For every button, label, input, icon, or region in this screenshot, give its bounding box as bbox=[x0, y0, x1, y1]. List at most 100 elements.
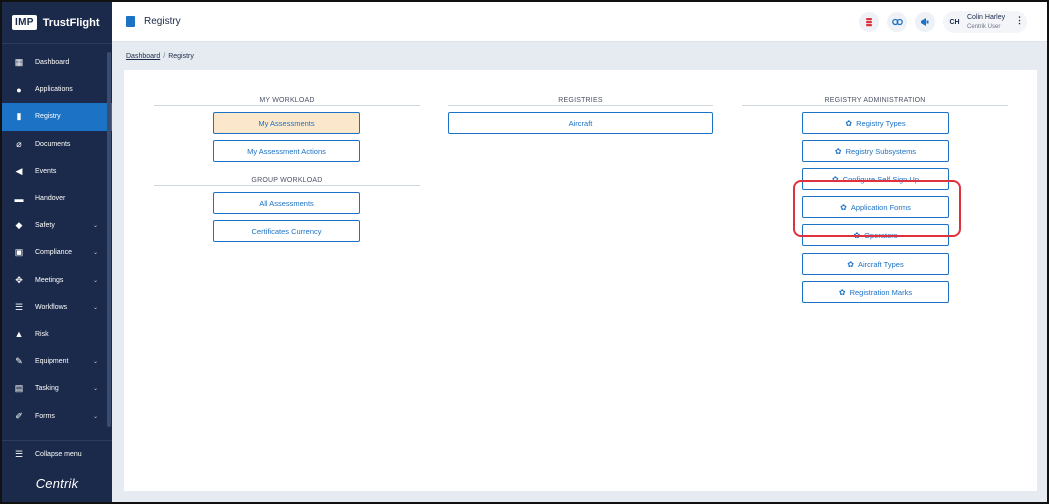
people-icon: ✥ bbox=[15, 274, 23, 285]
dashboard-icon: ▦ bbox=[14, 57, 24, 68]
sidebar-nav: ▦ Dashboard ● Applications ▮ Registry ⌀ Documen… bbox=[2, 49, 112, 430]
sidebar-item-label: Events bbox=[35, 167, 57, 175]
sidebar-item-events[interactable]: ◀ Events bbox=[2, 158, 112, 185]
sidebar-item-label: Safety bbox=[35, 222, 55, 230]
sidebar-item-label: Applications bbox=[35, 86, 73, 94]
collapse-icon: ☰ bbox=[14, 449, 24, 459]
my-assessments-button[interactable]: My Assessments bbox=[213, 112, 360, 134]
sidebar-item-compliance[interactable]: ▣ Compliance ⌄ bbox=[2, 239, 112, 266]
sidebar-item-meetings[interactable]: ✥ Meetings ⌄ bbox=[2, 267, 112, 294]
wrench-icon: ✎ bbox=[15, 356, 23, 367]
brand-name: TrustFlight bbox=[42, 16, 100, 29]
configure-self-sign-up-button[interactable]: ✿ Configure Self Sign Up bbox=[802, 168, 949, 190]
sidebar-item-risk[interactable]: ▲ Risk bbox=[2, 321, 112, 348]
database-button[interactable] bbox=[859, 12, 879, 32]
gear-icon: ✿ bbox=[840, 202, 847, 212]
gear-icon: ✿ bbox=[832, 174, 839, 184]
sidebar-item-label: Handover bbox=[35, 195, 66, 203]
chevron-down-icon: ⌄ bbox=[92, 277, 98, 284]
registry-subsystems-label: Registry Subsystems bbox=[845, 146, 917, 156]
megaphone-icon: ◀ bbox=[15, 165, 23, 176]
divider bbox=[154, 185, 420, 186]
group-workload-heading: GROUP WORKLOAD bbox=[251, 177, 323, 184]
breadcrumb-separator: / bbox=[163, 53, 166, 60]
user-menu[interactable]: CH Colin Harley Centrik User ⋮ bbox=[943, 11, 1027, 33]
task-icon: ▤ bbox=[14, 383, 24, 394]
my-workload-heading: MY WORKLOAD bbox=[259, 97, 315, 104]
chevron-down-icon: ⌄ bbox=[92, 304, 98, 311]
sidebar-item-workflows[interactable]: ☰ Workflows ⌄ bbox=[2, 294, 112, 321]
chevron-down-icon: ⌄ bbox=[92, 413, 98, 420]
sidebar-item-label: Forms bbox=[35, 412, 55, 420]
sidebar-item-dashboard[interactable]: ▦ Dashboard bbox=[2, 49, 112, 76]
registry-types-label: Registry Types bbox=[856, 118, 906, 128]
gear-icon: ✿ bbox=[853, 230, 861, 240]
gear-icon: ✿ bbox=[838, 287, 846, 297]
database-icon bbox=[866, 18, 872, 27]
chevron-down-icon: ⌄ bbox=[92, 250, 98, 257]
user-name: Colin Harley bbox=[967, 14, 1006, 21]
more-options-icon[interactable]: ⋮ bbox=[1015, 15, 1024, 26]
topbar: Registry CH Colin Harley Centrik User ⋮ bbox=[112, 2, 1047, 42]
app-window: IMP TrustFlight ▦ Dashboard ● Applications ▮… bbox=[0, 0, 1049, 504]
link-icon bbox=[891, 18, 903, 26]
divider bbox=[742, 105, 1008, 106]
divider bbox=[448, 105, 713, 106]
mail-icon: ▬ bbox=[14, 193, 24, 204]
sidebar-item-label: Equipment bbox=[35, 358, 69, 366]
aircraft-registry-button[interactable]: Aircraft bbox=[448, 112, 713, 134]
registration-marks-label: Registration Marks bbox=[849, 287, 913, 297]
gear-icon: ✿ bbox=[847, 259, 854, 269]
sidebar-item-label: Tasking bbox=[35, 385, 59, 393]
sidebar-item-label: Dashboard bbox=[35, 59, 70, 67]
breadcrumb: Dashboard / Registry bbox=[126, 53, 194, 60]
collapse-menu-button[interactable]: ☰ Collapse menu bbox=[2, 440, 112, 468]
chevron-down-icon: ⌄ bbox=[92, 386, 98, 393]
registry-administration-heading: REGISTRY ADMINISTRATION bbox=[824, 97, 926, 104]
aircraft-types-button[interactable]: ✿ Aircraft Types bbox=[802, 253, 949, 275]
application-forms-button[interactable]: ✿ Application Forms bbox=[802, 196, 949, 218]
brand[interactable]: IMP TrustFlight bbox=[2, 2, 112, 44]
sidebar-item-forms[interactable]: ✐ Forms ⌄ bbox=[2, 402, 112, 429]
sidebar-item-label: Documents bbox=[35, 140, 71, 148]
link-button[interactable] bbox=[887, 12, 907, 32]
sidebar-item-equipment[interactable]: ✎ Equipment ⌄ bbox=[2, 348, 112, 375]
page-title: Registry bbox=[144, 16, 181, 27]
divider bbox=[154, 105, 420, 106]
aircraft-types-label: Aircraft Types bbox=[857, 259, 904, 269]
person-icon: ● bbox=[16, 84, 22, 95]
registries-heading: REGISTRIES bbox=[558, 97, 603, 104]
sidebar-item-label: Workflows bbox=[35, 303, 68, 311]
sidebar-item-documents[interactable]: ⌀ Documents bbox=[2, 131, 112, 158]
sidebar-item-safety[interactable]: ◆ Safety ⌄ bbox=[2, 212, 112, 239]
application-forms-label: Application Forms bbox=[850, 202, 911, 212]
operators-button[interactable]: ✿ Operators bbox=[802, 224, 949, 246]
clipboard-icon: ▣ bbox=[14, 247, 24, 258]
configure-self-sign-up-label: Configure Self Sign Up bbox=[842, 174, 919, 184]
sidebar-item-label: Compliance bbox=[35, 249, 72, 257]
all-assessments-button[interactable]: All Assessments bbox=[213, 192, 360, 214]
forms-icon: ✐ bbox=[15, 410, 23, 421]
announcements-button[interactable] bbox=[915, 12, 935, 32]
breadcrumb-current: Registry bbox=[168, 53, 194, 60]
sidebar-item-registry[interactable]: ▮ Registry bbox=[2, 103, 112, 131]
gear-icon: ✿ bbox=[834, 146, 842, 156]
sidebar-item-applications[interactable]: ● Applications bbox=[2, 76, 112, 103]
user-role: Centrik User bbox=[967, 24, 1001, 30]
chevron-down-icon: ⌄ bbox=[92, 359, 98, 366]
shield-icon: ◆ bbox=[15, 220, 23, 231]
registration-marks-button[interactable]: ✿ Registration Marks bbox=[802, 281, 949, 303]
breadcrumb-dashboard-link[interactable]: Dashboard bbox=[126, 53, 160, 60]
sidebar-item-handover[interactable]: ▬ Handover bbox=[2, 185, 112, 212]
sidebar-scrollbar[interactable] bbox=[107, 52, 111, 427]
operators-label: Operators bbox=[864, 230, 898, 240]
book-icon: ▮ bbox=[16, 111, 22, 122]
registry-book-icon bbox=[126, 16, 135, 27]
registry-types-button[interactable]: ✿ Registry Types bbox=[802, 112, 949, 134]
registry-subsystems-button[interactable]: ✿ Registry Subsystems bbox=[802, 140, 949, 162]
warning-icon: ▲ bbox=[14, 329, 24, 340]
certificates-currency-button[interactable]: Certificates Currency bbox=[213, 220, 360, 242]
sidebar-item-tasking[interactable]: ▤ Tasking ⌄ bbox=[2, 375, 112, 402]
sidebar-item-label: Registry bbox=[35, 113, 61, 121]
my-assessment-actions-button[interactable]: My Assessment Actions bbox=[213, 140, 360, 162]
